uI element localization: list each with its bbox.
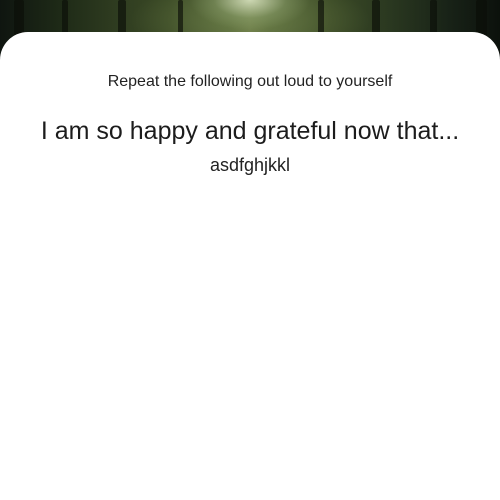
user-response-text[interactable]: asdfghjkkl bbox=[0, 153, 500, 177]
content-sheet: Repeat the following out loud to yoursel… bbox=[0, 32, 500, 500]
instruction-text: Repeat the following out loud to yoursel… bbox=[107, 73, 393, 90]
affirmation-prompt: I am so happy and grateful now that... bbox=[40, 117, 460, 145]
